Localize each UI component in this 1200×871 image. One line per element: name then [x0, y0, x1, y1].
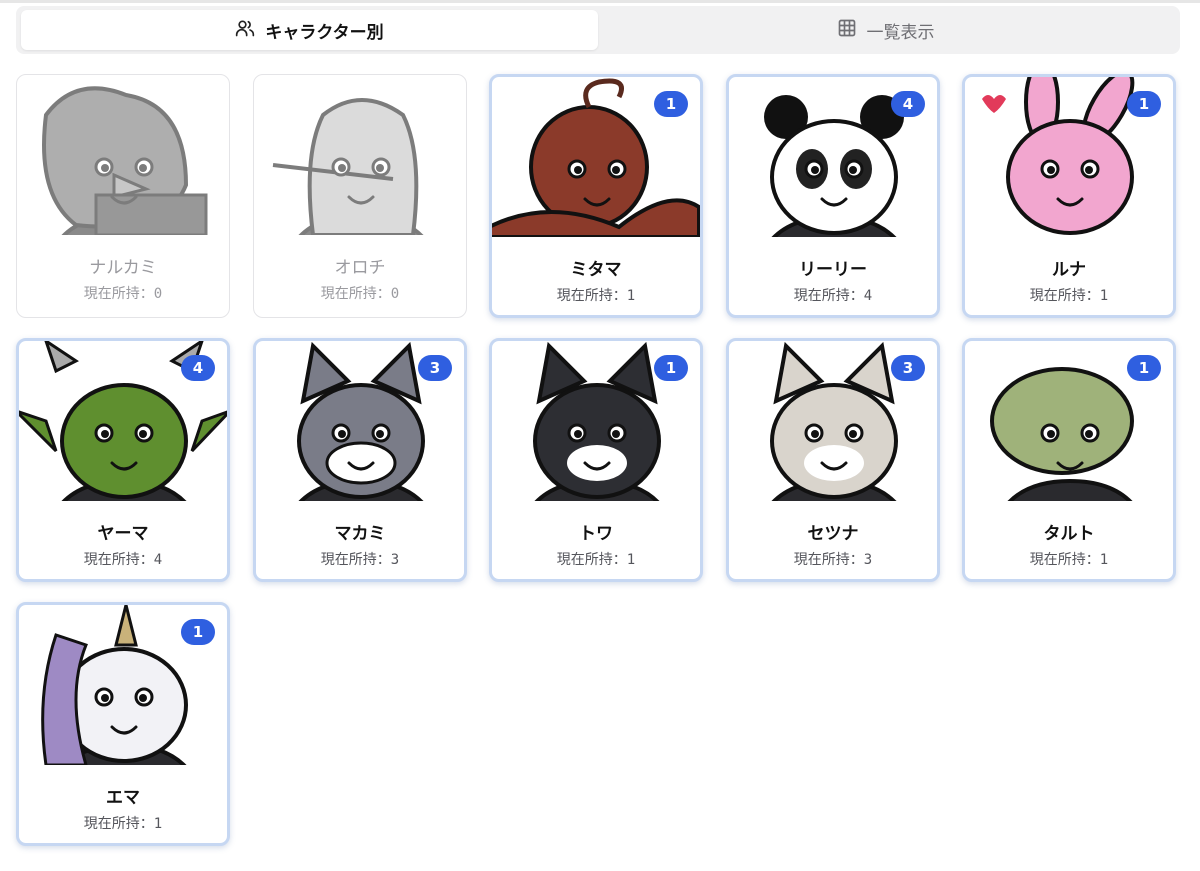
grid-icon	[837, 18, 857, 43]
owned-count: 現在所持：1	[965, 285, 1173, 305]
tab-label: キャラクター別	[265, 22, 384, 43]
character-name: マカミ	[334, 524, 386, 544]
count-badge: 1	[181, 619, 215, 645]
top-divider	[0, 0, 1200, 3]
owned-count-label: 現在所持：	[793, 552, 864, 568]
count-badge: 1	[654, 91, 688, 117]
users-icon	[235, 18, 255, 43]
count-badge: 1	[1127, 91, 1161, 117]
character-card[interactable]: 4 リーリー 現在所持：4	[726, 74, 940, 318]
character-card[interactable]: 3 マカミ 現在所持：3	[253, 338, 467, 582]
owned-count-label: 現在所持：	[556, 288, 627, 304]
character-card[interactable]: 1 ミタマ 現在所持：1	[489, 74, 703, 318]
character-card[interactable]: 3 セツナ 現在所持：3	[726, 338, 940, 582]
owned-count-label: 現在所持：	[320, 552, 391, 568]
character-name: トワ	[579, 524, 613, 544]
character-portrait-image	[17, 75, 229, 235]
owned-count: 現在所持：0	[17, 283, 229, 303]
owned-count: 現在所持：3	[256, 549, 464, 569]
owned-count-value: 1	[1099, 552, 1109, 568]
owned-count-label: 現在所持：	[83, 816, 154, 832]
owned-count-value: 1	[626, 552, 636, 568]
character-card[interactable]: ナルカミ現在所持：0	[16, 74, 230, 318]
tab-by-character[interactable]: キャラクター別	[21, 10, 598, 50]
character-card[interactable]: 1 トワ 現在所持：1	[489, 338, 703, 582]
owned-count-value: 0	[153, 286, 163, 302]
character-card[interactable]: 1 ルナ 現在所持：1	[962, 74, 1176, 318]
count-badge: 1	[1127, 355, 1161, 381]
tab-list-view[interactable]: 一覧表示	[597, 10, 1174, 50]
owned-count-value: 0	[390, 286, 400, 302]
owned-count: 現在所持：0	[254, 283, 466, 303]
character-name: タルト	[1043, 524, 1095, 544]
owned-count-value: 4	[153, 552, 163, 568]
character-name: ナルカミ	[89, 258, 157, 278]
character-card[interactable]: 1 エマ 現在所持：1	[16, 602, 230, 846]
count-badge: 4	[891, 91, 925, 117]
owned-count-label: 現在所持：	[320, 286, 391, 302]
owned-count: 現在所持：3	[729, 549, 937, 569]
character-name: ヤーマ	[97, 524, 149, 544]
character-name: ミタマ	[570, 260, 622, 280]
count-badge: 3	[891, 355, 925, 381]
owned-count-label: 現在所持：	[83, 552, 154, 568]
count-badge: 3	[418, 355, 452, 381]
owned-count-label: 現在所持：	[556, 552, 627, 568]
count-badge: 1	[654, 355, 688, 381]
character-card[interactable]: オロチ現在所持：0	[253, 74, 467, 318]
owned-count-value: 4	[863, 288, 873, 304]
owned-count-value: 3	[390, 552, 400, 568]
owned-count: 現在所持：1	[492, 285, 700, 305]
count-badge: 4	[181, 355, 215, 381]
owned-count: 現在所持：1	[965, 549, 1173, 569]
character-card[interactable]: 1 タルト 現在所持：1	[962, 338, 1176, 582]
character-name: ルナ	[1052, 260, 1086, 280]
owned-count-value: 1	[1099, 288, 1109, 304]
owned-count-value: 3	[863, 552, 873, 568]
owned-count-label: 現在所持：	[83, 286, 154, 302]
owned-count: 現在所持：4	[729, 285, 937, 305]
character-card[interactable]: 4 ヤーマ 現在所持：4	[16, 338, 230, 582]
view-tab-bar: キャラクター別 一覧表示	[16, 6, 1180, 54]
owned-count-value: 1	[153, 816, 163, 832]
character-portrait-image	[254, 75, 466, 235]
character-name: エマ	[106, 788, 140, 808]
character-name: リーリー	[799, 260, 867, 280]
owned-count-label: 現在所持：	[793, 288, 864, 304]
tab-label: 一覧表示	[866, 22, 935, 43]
character-name: オロチ	[334, 258, 386, 278]
owned-count-value: 1	[626, 288, 636, 304]
owned-count-label: 現在所持：	[1029, 288, 1100, 304]
character-name: セツナ	[807, 524, 859, 544]
owned-count: 現在所持：4	[19, 549, 227, 569]
owned-count: 現在所持：1	[492, 549, 700, 569]
owned-count: 現在所持：1	[19, 813, 227, 833]
owned-count-label: 現在所持：	[1029, 552, 1100, 568]
